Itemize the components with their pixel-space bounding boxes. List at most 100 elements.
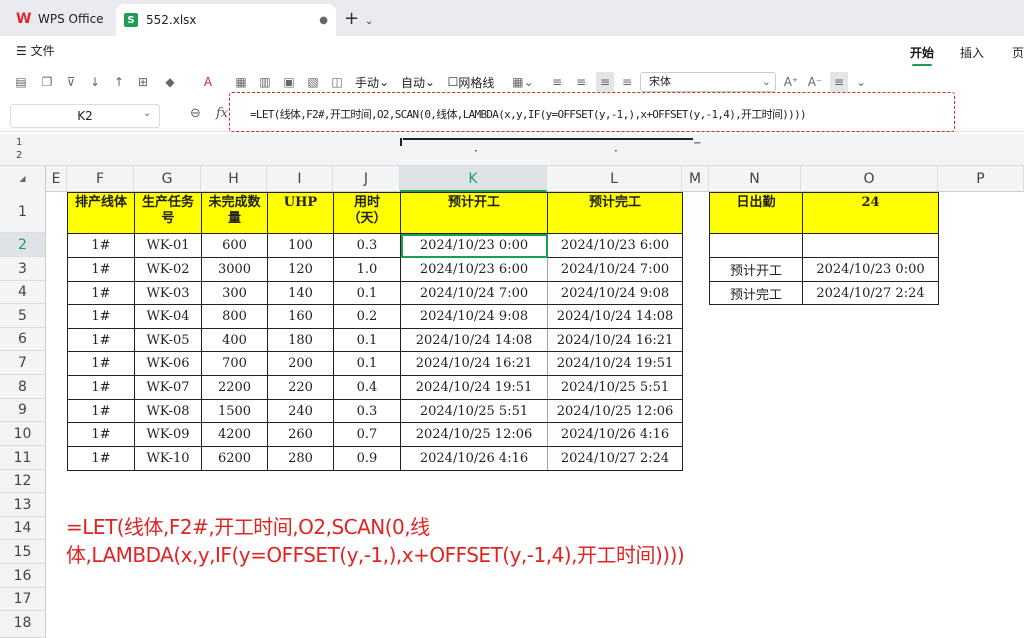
column-header[interactable]: O: [801, 166, 938, 192]
row-header[interactable]: 7: [0, 351, 46, 375]
text-align-icon[interactable]: ≡: [830, 72, 848, 92]
zoom-icon[interactable]: ⊖: [190, 106, 201, 121]
table-cell[interactable]: 2024/10/23 6:00: [547, 233, 683, 258]
row-header[interactable]: 15: [0, 540, 46, 564]
merge-icon[interactable]: ▧: [304, 72, 322, 92]
table-cell[interactable]: 0.2: [333, 304, 401, 329]
column-header[interactable]: J: [333, 166, 400, 192]
new-tab-button[interactable]: + ⌄: [344, 8, 373, 29]
table-cell[interactable]: 1#: [67, 399, 135, 423]
font-grow-icon[interactable]: A⁺: [782, 72, 800, 92]
close-tab-icon[interactable]: ●: [319, 15, 328, 26]
table-cell[interactable]: 1#: [67, 304, 135, 329]
table-cell[interactable]: WK-10: [134, 446, 202, 471]
table-cell[interactable]: 1#: [67, 422, 135, 447]
row-header[interactable]: 13: [0, 493, 46, 517]
table-cell[interactable]: 2024/10/25 12:06: [547, 399, 683, 423]
table-cell[interactable]: 2024/10/26 4:16: [547, 422, 683, 447]
row-header[interactable]: 4: [0, 281, 46, 304]
table-cell[interactable]: 1#: [67, 351, 135, 376]
table-cell[interactable]: WK-04: [134, 304, 202, 329]
table-cell[interactable]: 3000: [201, 257, 268, 282]
wrap-icon[interactable]: ▣: [280, 72, 298, 92]
align-middle-icon[interactable]: ≡: [596, 72, 614, 92]
side-cell[interactable]: 预计开工: [709, 257, 803, 282]
table-cell[interactable]: 0.1: [333, 281, 401, 305]
row-header[interactable]: 1: [0, 192, 46, 233]
table-cell[interactable]: WK-02: [134, 257, 202, 282]
table-cell[interactable]: 220: [267, 375, 334, 400]
column-header-selected[interactable]: K: [400, 166, 547, 192]
column-header[interactable]: H: [201, 166, 267, 192]
file-menu[interactable]: ☰ 文件: [16, 42, 55, 59]
more-icon[interactable]: ⌄: [854, 72, 868, 92]
table-header-cell[interactable]: 预计完工: [547, 192, 683, 234]
table-cell[interactable]: 1500: [201, 399, 268, 423]
table-cell[interactable]: 1#: [67, 328, 135, 352]
table-cell[interactable]: 1#: [67, 233, 135, 258]
table-cell[interactable]: 600: [201, 233, 268, 258]
copy-icon[interactable]: ❐: [38, 72, 56, 92]
table-cell[interactable]: 300: [201, 281, 268, 305]
table-cell[interactable]: 1#: [67, 375, 135, 400]
table-cell[interactable]: 1.0: [333, 257, 401, 282]
table-cell[interactable]: 700: [201, 351, 268, 376]
group-collapse-icon[interactable]: −: [693, 138, 701, 149]
row-header-selected[interactable]: 2: [0, 233, 46, 257]
table-cell[interactable]: 100: [267, 233, 334, 258]
align-right-icon[interactable]: ≡: [618, 72, 636, 92]
group-bracket[interactable]: [403, 138, 693, 140]
calc-auto-button[interactable]: 自动 ⌄: [398, 72, 438, 92]
outline-level-1[interactable]: 1: [16, 137, 22, 148]
row-header[interactable]: 8: [0, 375, 46, 399]
table-cell[interactable]: 2024/10/25 12:06: [400, 422, 548, 447]
font-family-select[interactable]: 宋体 ⌄: [640, 72, 776, 92]
table-header-cell[interactable]: 用时（天）: [333, 192, 401, 234]
table-cell[interactable]: 140: [267, 281, 334, 305]
table-cell[interactable]: WK-05: [134, 328, 202, 352]
table-cell[interactable]: 120: [267, 257, 334, 282]
row-header[interactable]: 11: [0, 446, 46, 470]
table-cell[interactable]: 240: [267, 399, 334, 423]
table-cell[interactable]: 0.1: [333, 351, 401, 376]
side-header-cell[interactable]: 日出勤: [709, 192, 803, 234]
table-cell[interactable]: 200: [267, 351, 334, 376]
align-left-icon[interactable]: ≡: [548, 72, 566, 92]
ribbon-tab-page[interactable]: 页: [1012, 44, 1024, 61]
table-cell[interactable]: 260: [267, 422, 334, 447]
row-header[interactable]: 16: [0, 564, 46, 588]
column-header[interactable]: I: [267, 166, 333, 192]
table-header-cell[interactable]: UHP: [267, 192, 334, 234]
name-box-dropdown-icon[interactable]: ⌄: [143, 108, 151, 119]
column-header[interactable]: N: [709, 166, 801, 192]
filter-icon[interactable]: ⊽: [62, 72, 80, 92]
column-header[interactable]: L: [547, 166, 682, 192]
table-cell[interactable]: 1#: [67, 446, 135, 471]
table-cell[interactable]: 2024/10/24 9:08: [400, 304, 548, 329]
table-cell[interactable]: 0.1: [333, 328, 401, 352]
side-cell[interactable]: 2024/10/23 0:00: [802, 257, 939, 282]
row-header[interactable]: 17: [0, 588, 46, 611]
table-header-cell[interactable]: 排产线体: [67, 192, 135, 234]
wps-home-tab[interactable]: W WPS Office: [8, 5, 112, 32]
paste-icon[interactable]: ▤: [12, 72, 30, 92]
table-cell[interactable]: 2024/10/24 16:21: [400, 351, 548, 376]
table-cell[interactable]: 0.7: [333, 422, 401, 447]
table-style-icon[interactable]: ▦⌄: [510, 72, 536, 92]
sort-desc-icon[interactable]: ↑: [110, 72, 128, 92]
column-header[interactable]: E: [46, 166, 67, 192]
table-cell[interactable]: 2024/10/24 7:00: [547, 257, 683, 282]
border-icon[interactable]: ⊞: [134, 72, 152, 92]
row-header[interactable]: 3: [0, 257, 46, 281]
table-cell[interactable]: 180: [267, 328, 334, 352]
gridlines-checkbox[interactable]: ☐ 网格线: [444, 72, 498, 92]
table-cell[interactable]: WK-07: [134, 375, 202, 400]
table-cell[interactable]: 2024/10/26 4:16: [400, 446, 548, 471]
table-cell[interactable]: 4200: [201, 422, 268, 447]
table-cell[interactable]: 0.3: [333, 233, 401, 258]
table-cell[interactable]: 280: [267, 446, 334, 471]
table-header-cell[interactable]: 预计开工: [400, 192, 548, 234]
row-header[interactable]: 9: [0, 399, 46, 422]
table-header-cell[interactable]: 生产任务号: [134, 192, 202, 234]
table-cell[interactable]: 0.3: [333, 399, 401, 423]
